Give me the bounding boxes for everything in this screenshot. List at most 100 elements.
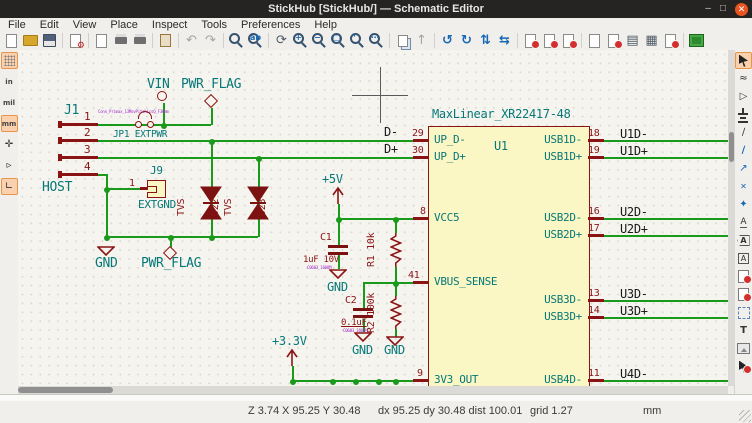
wire[interactable] bbox=[106, 174, 108, 237]
simulator-icon[interactable] bbox=[560, 32, 577, 49]
gnd-label[interactable]: GND bbox=[95, 257, 118, 271]
vertical-scrollbar-thumb[interactable] bbox=[729, 132, 734, 162]
u1-pin-stub[interactable] bbox=[588, 299, 604, 301]
j1-reference[interactable]: J1 bbox=[64, 104, 79, 118]
mirror-vertical-icon[interactable] bbox=[477, 32, 494, 49]
r1-symbol[interactable] bbox=[390, 233, 402, 267]
host-label[interactable]: HOST bbox=[42, 181, 72, 195]
menu-help[interactable]: Help bbox=[314, 19, 337, 31]
new-schematic-icon[interactable] bbox=[3, 32, 20, 49]
symbol-fields-table-icon[interactable] bbox=[624, 32, 641, 49]
junction-dot[interactable] bbox=[393, 281, 399, 287]
r1-reference-value[interactable]: R1 10k bbox=[366, 233, 378, 267]
title-bar[interactable]: StickHub [StickHub/] — Schematic Editor … bbox=[0, 0, 752, 18]
j1-pin-stub[interactable] bbox=[62, 156, 98, 158]
pwr-flag-label[interactable]: PWR_FLAG bbox=[141, 257, 201, 271]
j1-pin-stub[interactable] bbox=[62, 123, 98, 125]
u1-pin-stub[interactable] bbox=[413, 217, 429, 219]
wire[interactable] bbox=[363, 283, 365, 308]
schematic-canvas[interactable]: 1 2 3 4 J1 HOST Conn_Primax_13MovPitchLc… bbox=[18, 50, 728, 386]
junction-dot[interactable] bbox=[104, 187, 110, 193]
menu-file[interactable]: File bbox=[8, 19, 26, 31]
select-tool-icon[interactable] bbox=[735, 52, 752, 69]
add-power-icon[interactable] bbox=[735, 106, 752, 123]
units-inches-icon[interactable]: in bbox=[1, 73, 18, 90]
hierarchical-label-icon[interactable] bbox=[735, 250, 752, 267]
footprint-editor-icon[interactable] bbox=[541, 32, 558, 49]
jp1-jumper-pad[interactable] bbox=[147, 121, 154, 128]
j1-pin-pad[interactable] bbox=[58, 171, 62, 178]
plus5v-label[interactable]: +5V bbox=[322, 173, 343, 186]
vertical-scrollbar[interactable] bbox=[728, 50, 735, 386]
j9-value[interactable]: EXTGND bbox=[138, 199, 176, 211]
net-label-dplus[interactable]: D+ bbox=[384, 143, 398, 156]
pwr-flag-symbol[interactable] bbox=[204, 94, 218, 108]
wire[interactable] bbox=[98, 140, 413, 142]
pwr-flag-label[interactable]: PWR_FLAG bbox=[181, 78, 241, 92]
menu-edit[interactable]: Edit bbox=[40, 19, 59, 31]
j9-pin-stub[interactable] bbox=[140, 187, 148, 189]
wire[interactable] bbox=[338, 219, 340, 246]
junction-dot[interactable] bbox=[393, 379, 399, 385]
sheet-pin-icon[interactable] bbox=[735, 304, 752, 321]
import-sheet-pin-icon[interactable] bbox=[735, 286, 752, 303]
u1-pin-stub[interactable] bbox=[413, 139, 429, 141]
u1-value[interactable]: MaxLinear_XR22417-48 bbox=[432, 108, 571, 121]
plot-icon[interactable] bbox=[131, 32, 148, 49]
junction-dot[interactable] bbox=[336, 217, 342, 223]
j1-pin-pad[interactable] bbox=[58, 121, 62, 128]
hierarchical-sheet-icon[interactable] bbox=[735, 268, 752, 285]
wire-to-bus-entry-icon[interactable] bbox=[735, 160, 752, 177]
vin-power-symbol[interactable] bbox=[157, 91, 167, 101]
zoom-out-icon[interactable]: − bbox=[311, 32, 328, 49]
horizontal-scrollbar[interactable] bbox=[18, 386, 728, 394]
net-label[interactable]: U1D- bbox=[620, 128, 648, 141]
gnd-label[interactable]: GND bbox=[384, 344, 405, 357]
add-wire-icon[interactable] bbox=[735, 124, 752, 141]
junction-dot[interactable] bbox=[393, 217, 399, 223]
paste-icon[interactable] bbox=[157, 32, 174, 49]
menu-view[interactable]: View bbox=[73, 19, 97, 31]
undo-icon[interactable] bbox=[183, 32, 200, 49]
net-label-icon[interactable] bbox=[735, 214, 752, 231]
u1-pin-stub[interactable] bbox=[413, 379, 429, 381]
plus3v3-label[interactable]: +3.3V bbox=[272, 335, 307, 348]
add-symbol-icon[interactable] bbox=[735, 88, 752, 105]
wire[interactable] bbox=[211, 108, 213, 125]
j9-reference[interactable]: J9 bbox=[150, 165, 163, 177]
net-label[interactable]: U4D- bbox=[620, 368, 648, 381]
symbol-editor-icon[interactable] bbox=[522, 32, 539, 49]
hidden-pins-icon[interactable] bbox=[1, 157, 18, 174]
junction-dot[interactable] bbox=[290, 379, 296, 385]
save-icon[interactable] bbox=[41, 32, 58, 49]
rotate-cw-icon[interactable] bbox=[458, 32, 475, 49]
vin-label[interactable]: VIN bbox=[147, 78, 170, 92]
junction-dot[interactable] bbox=[161, 123, 167, 129]
highlight-net-icon[interactable] bbox=[735, 70, 752, 87]
u1-pin-stub[interactable] bbox=[588, 379, 604, 381]
u1-pin-stub[interactable] bbox=[588, 234, 604, 236]
net-label[interactable]: U2D- bbox=[620, 206, 648, 219]
junction-dot[interactable] bbox=[353, 379, 359, 385]
junction-dot[interactable] bbox=[376, 379, 382, 385]
junction-dot[interactable] bbox=[168, 235, 174, 241]
menu-place[interactable]: Place bbox=[110, 19, 138, 31]
erc-icon[interactable] bbox=[586, 32, 603, 49]
menu-tools[interactable]: Tools bbox=[201, 19, 227, 31]
no-connect-flag-icon[interactable] bbox=[735, 178, 752, 195]
add-bus-icon[interactable] bbox=[735, 142, 752, 159]
plus3v3-power-symbol[interactable] bbox=[285, 347, 299, 367]
r2-symbol[interactable] bbox=[390, 296, 402, 329]
wire[interactable] bbox=[98, 124, 211, 126]
zoom-in-icon[interactable]: + bbox=[292, 32, 309, 49]
page-settings-icon[interactable] bbox=[93, 32, 110, 49]
gnd-symbol[interactable] bbox=[97, 246, 115, 256]
zoom-objects-icon[interactable]: ⋯ bbox=[368, 32, 385, 49]
junction-dot[interactable] bbox=[104, 235, 110, 241]
net-label[interactable]: U2D+ bbox=[620, 223, 648, 236]
junction-dot[interactable] bbox=[209, 139, 215, 145]
delete-tool-icon[interactable] bbox=[735, 358, 752, 375]
horizontal-scrollbar-thumb[interactable] bbox=[18, 387, 113, 393]
mirror-horizontal-icon[interactable] bbox=[496, 32, 513, 49]
net-label-dminus[interactable]: D- bbox=[384, 126, 398, 139]
